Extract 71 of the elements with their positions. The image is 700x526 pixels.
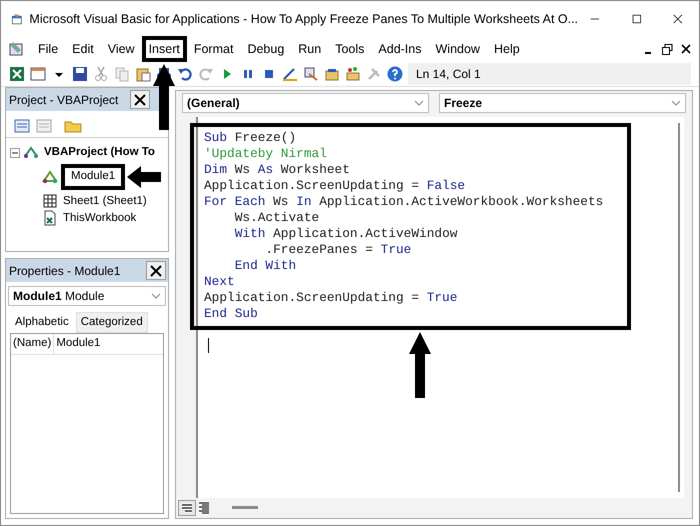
design-mode-icon[interactable]	[282, 66, 298, 82]
menu-item[interactable]: Edit	[65, 36, 101, 62]
undo-icon[interactable]	[177, 66, 193, 82]
sheet-icon	[42, 193, 58, 210]
cursor-position: Ln 14, Col 1	[408, 62, 691, 84]
code-line: Application.ScreenUpdating = False	[204, 178, 466, 194]
folder-icon[interactable]	[64, 119, 82, 133]
restore-icon[interactable]	[662, 44, 673, 54]
view-code-icon[interactable]	[14, 119, 30, 133]
code-line: End Sub	[204, 306, 259, 322]
code-line: Next	[204, 274, 236, 290]
menu-item[interactable]: Format	[186, 36, 240, 62]
menu-item[interactable]: File	[31, 36, 66, 62]
paste-icon[interactable]	[135, 66, 151, 82]
menu-item[interactable]: View	[100, 36, 142, 62]
pointer-arrow	[152, 64, 176, 130]
scrollbar[interactable]	[232, 506, 258, 510]
close-button[interactable]	[146, 261, 166, 280]
code-line: End With	[234, 258, 298, 274]
code-line: With Application.ActiveWindow	[234, 226, 458, 242]
object-dropdown[interactable]: Module1 Module	[8, 286, 166, 306]
dropdown-caret-icon	[151, 293, 161, 299]
menu-item[interactable]: Add-Ins	[371, 36, 428, 62]
code-line: 'Updateby Nirmal	[204, 146, 328, 162]
excel-icon[interactable]	[9, 66, 25, 82]
object-dropdown[interactable]: (General)	[182, 93, 429, 113]
properties-tab[interactable]: Categorized	[76, 312, 148, 334]
dropdown-caret-icon	[414, 100, 424, 106]
pointer-arrow	[127, 166, 162, 188]
property-name: (Name)	[11, 334, 54, 354]
text-cursor	[208, 338, 209, 353]
code-line: Sub Freeze()	[204, 130, 298, 146]
project-icon	[23, 144, 39, 161]
close-icon	[134, 94, 146, 106]
menu-item[interactable]: Tools	[328, 36, 372, 62]
procedure-view-icon[interactable]	[178, 500, 196, 516]
collapse-icon[interactable]	[10, 148, 20, 158]
save-icon[interactable]	[72, 66, 88, 82]
tree-item[interactable]: VBAProject (How To	[42, 144, 157, 162]
close-icon	[150, 264, 162, 276]
project-explorer-icon[interactable]	[303, 66, 319, 82]
close-button[interactable]	[130, 90, 150, 109]
help-icon[interactable]	[387, 66, 403, 82]
menu-item[interactable]: Help	[486, 36, 527, 62]
menu-item[interactable]: Window	[428, 36, 487, 62]
close-icon[interactable]	[681, 44, 691, 54]
full-module-view-icon[interactable]	[196, 500, 212, 516]
code-line: Ws.Activate	[234, 210, 320, 226]
object-browser-icon[interactable]	[345, 66, 361, 82]
menu-item[interactable]: Debug	[240, 36, 292, 62]
code-line: .FreezePanes = True	[264, 242, 412, 258]
code-line: Dim Ws As Worksheet	[204, 162, 351, 178]
form-icon[interactable]	[30, 66, 46, 82]
workbook-icon	[42, 210, 58, 226]
module-icon	[42, 168, 58, 185]
close-icon[interactable]	[673, 12, 684, 26]
pane-title: Project - VBAProject	[9, 92, 118, 108]
code-line: Application.ScreenUpdating = True	[204, 290, 458, 306]
menu-item[interactable]: Run	[291, 36, 328, 62]
menu-item[interactable]: Insert	[142, 36, 187, 62]
maximize-icon[interactable]	[632, 12, 642, 26]
pane-title: Properties - Module1	[9, 262, 120, 280]
tree-item[interactable]: Sheet1 (Sheet1)	[61, 192, 149, 210]
property-value[interactable]: Module1	[54, 334, 163, 354]
window-title: Microsoft Visual Basic for Applications - How To Apply Freeze Panes To Multiple Worksheets At O...	[29, 10, 578, 28]
procedure-dropdown[interactable]: Freeze	[439, 93, 686, 113]
pointer-arrow	[408, 332, 432, 398]
code-line: For Each Ws In Application.ActiveWorkbook.Worksheets	[204, 194, 604, 210]
tree-item[interactable]: ThisWorkbook	[61, 210, 138, 227]
tree-item[interactable]: Module1	[61, 164, 126, 190]
dropdown-caret-icon	[671, 100, 681, 106]
